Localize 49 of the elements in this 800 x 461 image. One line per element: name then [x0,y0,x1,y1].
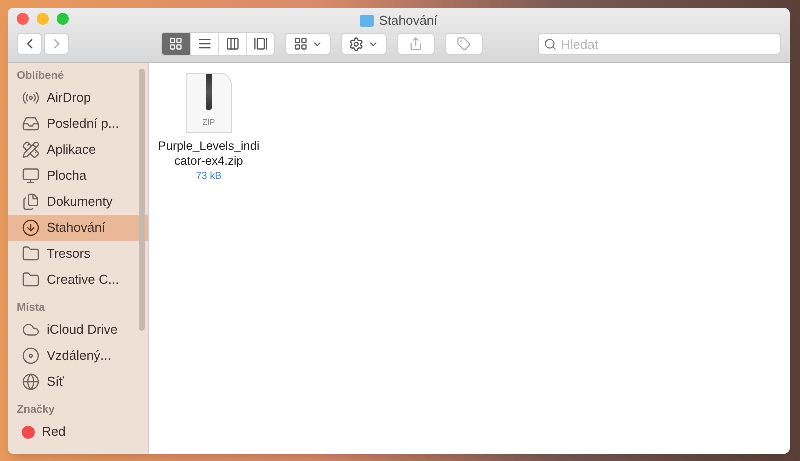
group-menu-button[interactable] [285,33,331,55]
sidebar-heading: Místa [16,300,46,316]
icons-view-icon [169,37,183,51]
file-name[interactable]: Purple_Levels_indicator-ex4.zip [157,139,261,169]
airdrop-icon [22,89,40,107]
columns-view-icon [226,37,240,51]
view-mode-button[interactable] [162,33,190,55]
downloads-icon [22,219,40,237]
sidebar-item[interactable]: Tresors [8,241,148,267]
sidebar-item[interactable]: Vzdálený... [8,343,148,369]
disc-icon [22,347,40,365]
sidebar-item[interactable]: Red [8,419,148,445]
share-icon [409,37,423,51]
view-mode-button[interactable] [218,33,246,55]
sidebar-heading: Oblíbené [16,68,66,84]
sidebar-heading: Značky [16,402,56,418]
sidebar-item[interactable]: Síť [8,369,148,395]
file-size: 73 kB [196,170,222,184]
desktop-icon [22,167,40,185]
file-type-label: ZIP [202,117,216,129]
search-field[interactable]: Hledat [538,33,781,55]
network-icon [22,373,40,391]
recents-icon [22,115,40,133]
folder-icon [22,245,40,263]
back-button[interactable] [17,33,42,55]
search-icon [544,38,557,51]
close-button[interactable] [17,13,29,25]
sidebar-item[interactable]: AirDrop [8,85,148,111]
view-mode-button[interactable] [190,33,218,55]
gallery-view-icon [254,37,268,51]
documents-icon [22,193,40,211]
window-title: Stahování [379,12,438,30]
sidebar-item[interactable]: Aplikace [8,137,148,163]
sidebar-item[interactable]: iCloud Drive [8,317,148,343]
sidebar-item[interactable]: Stahování [8,215,148,241]
apps-icon [22,141,40,159]
folder-icon [360,14,374,27]
view-mode-button[interactable] [246,33,274,55]
folder-icon [22,271,40,289]
sidebar-item[interactable]: Creative C... [8,267,148,293]
sidebar-item[interactable]: Plocha [8,163,148,189]
sidebar-item[interactable]: Poslední p... [8,111,148,137]
settings-menu-button[interactable] [341,33,387,55]
gear-icon [349,36,364,52]
sidebar-item[interactable]: Dokumenty [8,189,148,215]
list-view-icon [198,37,212,51]
tag-icon [457,37,471,51]
grid-icon [294,37,308,51]
cloud-icon [22,321,40,339]
